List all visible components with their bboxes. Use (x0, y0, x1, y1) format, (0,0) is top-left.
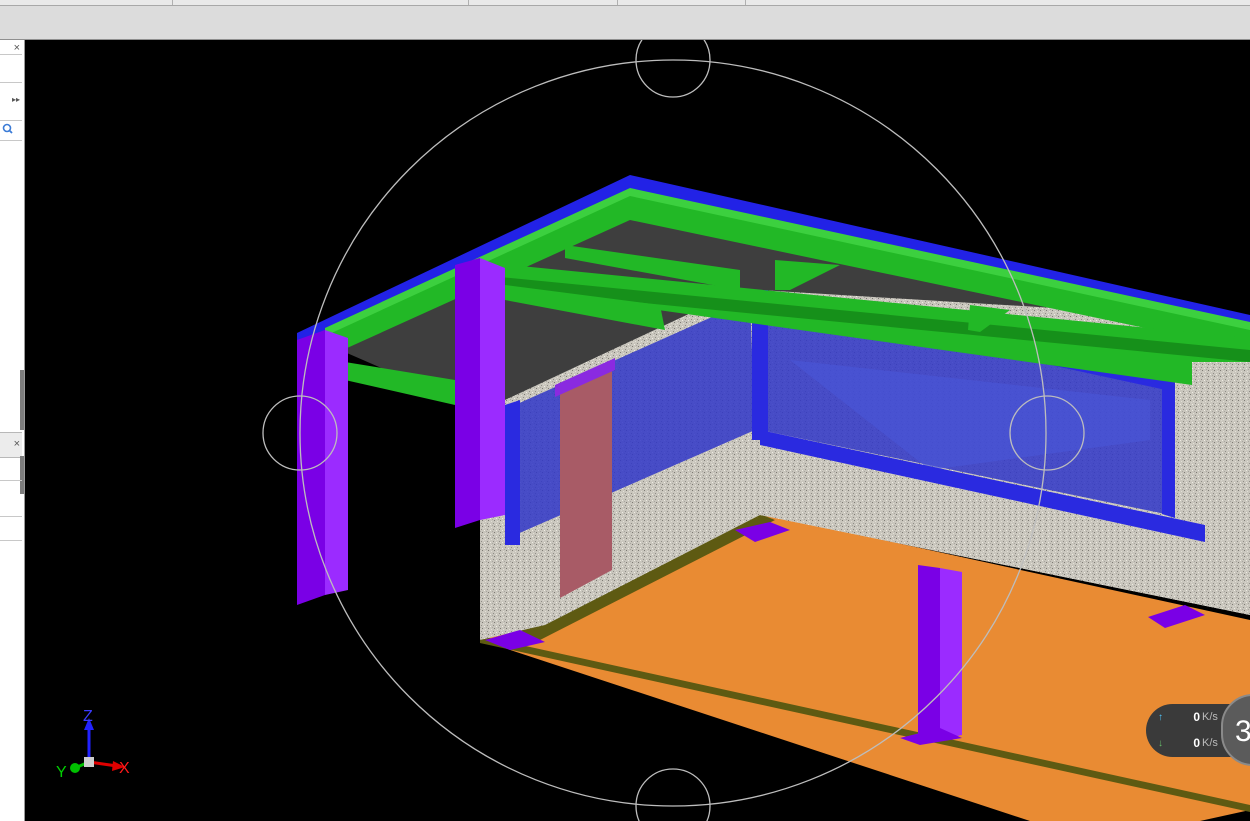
upload-speed: ↑ 0 K/s (1158, 710, 1218, 724)
side-frame (505, 400, 520, 545)
building-model (262, 40, 1250, 821)
top-toolbar (0, 0, 1250, 40)
download-speed: ↓ 0 K/s (1158, 736, 1218, 750)
window-jamb (1162, 380, 1175, 518)
axis-label-x: X (119, 760, 130, 777)
3d-viewport[interactable]: Z Y X (25, 40, 1250, 821)
search-icon[interactable] (0, 122, 14, 136)
expand-icon[interactable]: ▸▸ (12, 94, 20, 106)
column (325, 330, 348, 595)
upload-arrow-icon: ↑ (1158, 711, 1163, 723)
close-icon[interactable]: × (14, 42, 20, 54)
column (940, 568, 962, 740)
column (480, 258, 505, 520)
axis-label-z: Z (83, 708, 93, 725)
close-icon[interactable]: × (14, 438, 20, 450)
axis-label-y: Y (56, 764, 67, 781)
axis-triad: Z Y X (53, 708, 143, 788)
panel-splitter[interactable] (20, 370, 24, 430)
door-panel (560, 365, 612, 598)
download-arrow-icon: ↓ (1158, 737, 1163, 749)
column (918, 565, 940, 740)
panel-splitter[interactable] (20, 456, 24, 494)
tab-strip (0, 0, 1250, 6)
column (455, 258, 480, 528)
left-dock-panel: × ▸▸ × (0, 40, 25, 821)
